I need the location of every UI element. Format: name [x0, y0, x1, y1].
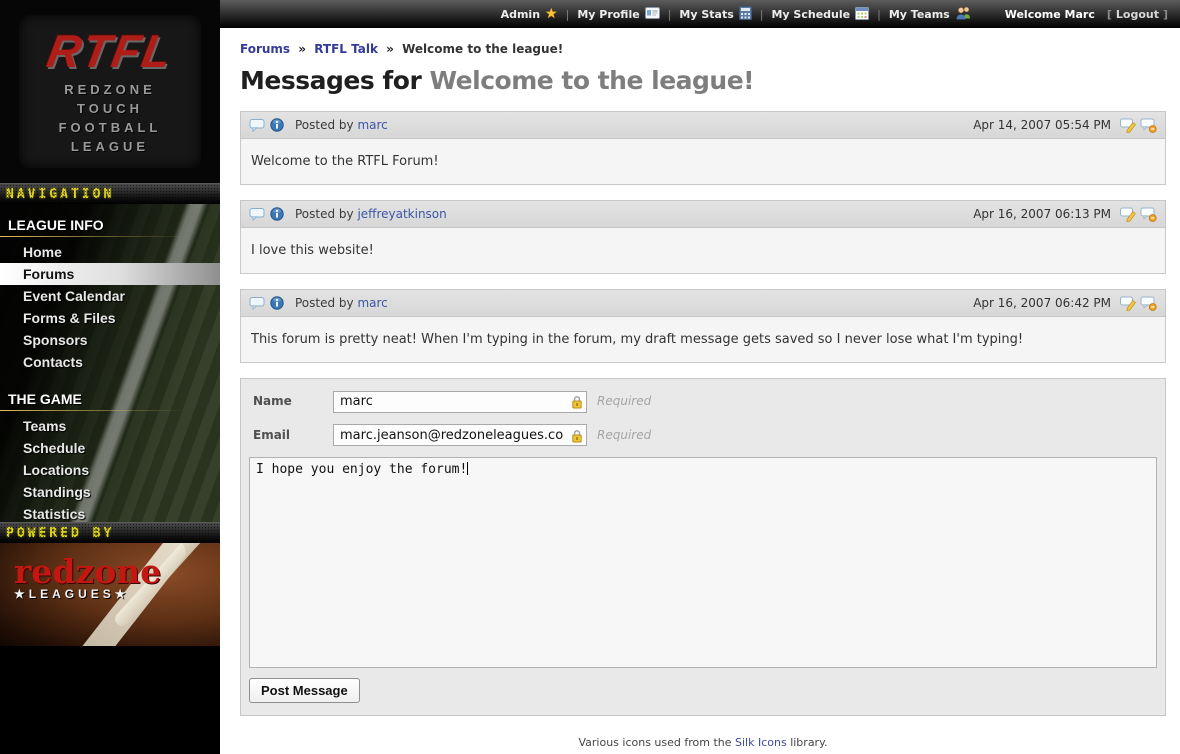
- comment-icon: [249, 296, 265, 310]
- redzone-leagues-sub: ★LEAGUES★: [14, 587, 220, 601]
- post-body: I love this website!: [240, 228, 1166, 274]
- post-message-button[interactable]: Post Message: [249, 678, 360, 703]
- topbar-link-my-profile[interactable]: My Profile: [577, 7, 659, 22]
- powered-by-header: POWERED BY: [6, 526, 114, 541]
- comment-icon: [249, 207, 265, 221]
- navigation-header-bar: NAVIGATION: [0, 183, 220, 204]
- powered-by-area: redzone ★LEAGUES★: [0, 543, 220, 646]
- name-label: Name: [249, 394, 333, 408]
- sidebar: RTFL REDZONE TOUCH FOOTBALL LEAGUE NAVIG…: [0, 0, 220, 754]
- delete-comment-icon[interactable]: [1140, 118, 1157, 133]
- breadcrumb-link-forums[interactable]: Forums: [240, 42, 290, 56]
- author-link[interactable]: marc: [357, 118, 387, 132]
- section-title-the-game: THE GAME: [0, 382, 220, 410]
- post-header: Posted by jeffreyatkinson Apr 16, 2007 0…: [240, 200, 1166, 228]
- lock-icon: [571, 394, 583, 413]
- post-body: Welcome to the RTFL Forum!: [240, 139, 1166, 185]
- edit-comment-icon[interactable]: [1120, 296, 1137, 311]
- message-textarea[interactable]: I hope you enjoy the forum!: [249, 457, 1157, 668]
- sidebar-item-teams[interactable]: Teams: [0, 415, 220, 437]
- required-hint: Required: [597, 428, 651, 442]
- post-item: Posted by marc Apr 16, 2007 06:42 PM Thi…: [240, 289, 1166, 363]
- star-icon: ★: [545, 8, 558, 20]
- delete-comment-icon[interactable]: [1140, 296, 1157, 311]
- sidebar-item-standings[interactable]: Standings: [0, 481, 220, 503]
- calculator-icon: [739, 6, 752, 23]
- content: Forums » RTFL Talk » Welcome to the leag…: [220, 28, 1180, 754]
- comment-icon: [249, 118, 265, 132]
- email-label: Email: [249, 428, 333, 442]
- post-item: Posted by jeffreyatkinson Apr 16, 2007 0…: [240, 200, 1166, 274]
- page-title: Messages for Welcome to the league!: [240, 66, 1166, 95]
- sidebar-filler: [0, 646, 220, 754]
- name-input[interactable]: [333, 391, 587, 413]
- section-title-league-info: LEAGUE INFO: [0, 208, 220, 236]
- logout-button[interactable]: Logout: [1116, 8, 1159, 21]
- text-cursor: [467, 462, 468, 475]
- post-date: Apr 14, 2007 05:54 PM: [973, 118, 1111, 132]
- email-row: Email Required: [249, 424, 1157, 447]
- post-item: Posted by marc Apr 14, 2007 05:54 PM Wel…: [240, 111, 1166, 185]
- main-area: Admin ★ | My Profile | My Stats | My Sch…: [220, 0, 1180, 754]
- topbar-separator: |: [760, 8, 764, 21]
- sidebar-item-forms-files[interactable]: Forms & Files: [0, 307, 220, 329]
- email-input[interactable]: [333, 424, 587, 446]
- powered-by-bar: POWERED BY: [0, 522, 220, 543]
- info-icon: [270, 118, 284, 132]
- group-icon: [955, 6, 971, 23]
- info-icon: [270, 207, 284, 221]
- rtfl-logo[interactable]: RTFL REDZONE TOUCH FOOTBALL LEAGUE: [19, 15, 201, 168]
- post-date: Apr 16, 2007 06:42 PM: [973, 296, 1111, 310]
- calendar-icon: [855, 6, 869, 23]
- navigation-header: NAVIGATION: [6, 187, 114, 202]
- logo-subtitle: REDZONE TOUCH FOOTBALL LEAGUE: [59, 80, 162, 156]
- sidebar-item-home[interactable]: Home: [0, 241, 220, 263]
- edit-comment-icon[interactable]: [1120, 207, 1137, 222]
- delete-comment-icon[interactable]: [1140, 207, 1157, 222]
- redzone-leagues-logo[interactable]: redzone: [14, 557, 220, 587]
- info-icon: [270, 296, 284, 310]
- breadcrumb: Forums » RTFL Talk » Welcome to the leag…: [240, 42, 1166, 56]
- topbar-link-admin[interactable]: Admin ★: [501, 8, 558, 21]
- breadcrumb-link-rtfl-talk[interactable]: RTFL Talk: [314, 42, 378, 56]
- lock-icon: [571, 428, 583, 447]
- footer: Various icons used from the Silk Icons l…: [240, 736, 1166, 754]
- section-divider: [0, 410, 220, 411]
- section-divider: [0, 236, 220, 237]
- topbar-link-my-stats[interactable]: My Stats: [679, 6, 751, 23]
- author-link[interactable]: jeffreyatkinson: [357, 207, 446, 221]
- post-body: This forum is pretty neat! When I'm typi…: [240, 317, 1166, 363]
- required-hint: Required: [597, 394, 651, 408]
- name-row: Name Required: [249, 390, 1157, 413]
- reply-form: Name Required Email Required I hope you …: [240, 378, 1166, 716]
- welcome-text: Welcome Marc: [1005, 8, 1095, 21]
- logout-group: [ Logout ]: [1107, 8, 1168, 21]
- post-date: Apr 16, 2007 06:13 PM: [973, 207, 1111, 221]
- topbar-link-my-schedule[interactable]: My Schedule: [771, 6, 869, 23]
- silk-icons-link[interactable]: Silk Icons: [735, 736, 787, 749]
- topbar: Admin ★ | My Profile | My Stats | My Sch…: [220, 0, 1180, 28]
- sidebar-item-sponsors[interactable]: Sponsors: [0, 329, 220, 351]
- vcard-icon: [645, 7, 660, 22]
- topbar-separator: |: [668, 8, 672, 21]
- sidebar-item-locations[interactable]: Locations: [0, 459, 220, 481]
- edit-comment-icon[interactable]: [1120, 118, 1137, 133]
- sidebar-menu: LEAGUE INFO Home Forums Event Calendar F…: [0, 204, 220, 522]
- logo-area: RTFL REDZONE TOUCH FOOTBALL LEAGUE: [0, 0, 220, 183]
- topbar-separator: |: [877, 8, 881, 21]
- post-header: Posted by marc Apr 16, 2007 06:42 PM: [240, 289, 1166, 317]
- topbar-link-my-teams[interactable]: My Teams: [889, 6, 971, 23]
- sidebar-item-schedule[interactable]: Schedule: [0, 437, 220, 459]
- sidebar-item-contacts[interactable]: Contacts: [0, 351, 220, 373]
- post-header: Posted by marc Apr 14, 2007 05:54 PM: [240, 111, 1166, 139]
- sidebar-item-event-calendar[interactable]: Event Calendar: [0, 285, 220, 307]
- sidebar-item-forums[interactable]: Forums: [0, 263, 220, 285]
- author-link[interactable]: marc: [357, 296, 387, 310]
- topbar-separator: |: [566, 8, 570, 21]
- footer-line-icons: Various icons used from the Silk Icons l…: [240, 736, 1166, 749]
- breadcrumb-current: Welcome to the league!: [402, 42, 563, 56]
- logo-acronym: RTFL: [44, 28, 177, 74]
